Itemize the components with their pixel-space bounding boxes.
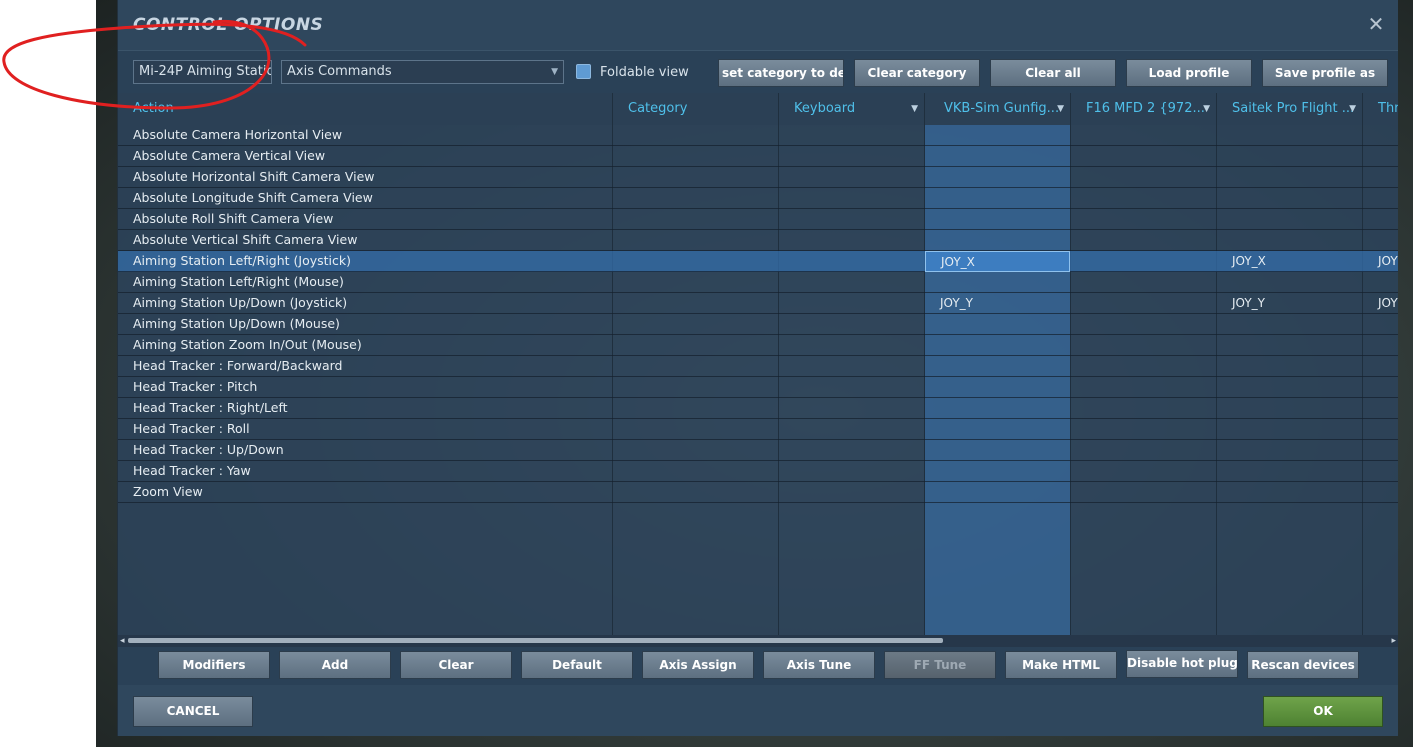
row-action-label: Aiming Station Left/Right (Mouse) <box>133 274 344 289</box>
saitek-binding-cell[interactable]: JOY_X <box>1232 251 1266 271</box>
column-header-category-label: Category <box>628 101 688 116</box>
scroll-right-icon[interactable]: ▸ <box>1391 635 1396 647</box>
title-bar: CONTROL OPTIONS ✕ <box>118 0 1398 50</box>
category-select[interactable]: Axis Commands ▼ <box>281 60 564 84</box>
row-action-label: Head Tracker : Up/Down <box>133 442 284 457</box>
column-header-keyboard-label: Keyboard <box>794 101 856 116</box>
row-action-label: Head Tracker : Pitch <box>133 379 258 394</box>
column-header-vkb-label: VKB-Sim Gunfig... <box>944 101 1060 116</box>
reset-category-button[interactable]: set category to defa <box>718 59 844 87</box>
chevron-down-icon: ▼ <box>551 67 558 77</box>
grid-header: Action Category Keyboard ▼ VKB-Sim Gunfig… <box>118 93 1398 125</box>
default-button[interactable]: Default <box>521 651 633 679</box>
modifiers-button[interactable]: Modifiers <box>158 651 270 679</box>
row-action-label: Aiming Station Up/Down (Mouse) <box>133 316 340 331</box>
throttle-binding-cell[interactable]: JOY <box>1378 293 1398 313</box>
scroll-left-icon[interactable]: ◂ <box>120 635 125 647</box>
aircraft-select-value: Mi-24P Aiming Statio <box>139 64 272 79</box>
row-action-label: Head Tracker : Yaw <box>133 463 251 478</box>
foldable-view-checkbox[interactable] <box>576 64 591 79</box>
axis-tune-button[interactable]: Axis Tune <box>763 651 875 679</box>
table-row[interactable]: Head Tracker : Up/Down <box>118 440 1398 461</box>
control-options-dialog: CONTROL OPTIONS ✕ Mi-24P Aiming Statio A… <box>117 0 1398 736</box>
axis-assign-button[interactable]: Axis Assign <box>642 651 754 679</box>
aircraft-select[interactable]: Mi-24P Aiming Statio <box>133 60 272 84</box>
toolbar: Mi-24P Aiming Statio Axis Commands ▼ Fol… <box>118 50 1398 93</box>
dialog-footer: CANCEL OK <box>118 685 1398 736</box>
vkb-binding-cell[interactable]: JOY_Y <box>925 293 1055 313</box>
table-row[interactable]: Zoom View <box>118 482 1398 503</box>
table-row[interactable]: Head Tracker : Forward/Backward <box>118 356 1398 377</box>
column-header-category[interactable]: Category <box>613 93 779 125</box>
table-row[interactable]: Absolute Roll Shift Camera View <box>118 209 1398 230</box>
table-row[interactable]: Aiming Station Up/Down (Joystick) JOY_Y JO… <box>118 293 1398 314</box>
row-action-label: Aiming Station Up/Down (Joystick) <box>133 295 348 310</box>
row-action-label: Absolute Horizontal Shift Camera View <box>133 169 375 184</box>
clear-button[interactable]: Clear <box>400 651 512 679</box>
table-row[interactable]: Aiming Station Left/Right (Mouse) <box>118 272 1398 293</box>
row-action-label: Absolute Longitude Shift Camera View <box>133 190 373 205</box>
column-header-saitek[interactable]: Saitek Pro Flight ... ▼ <box>1217 93 1363 125</box>
table-row[interactable]: Aiming Station Up/Down (Mouse) <box>118 314 1398 335</box>
add-button[interactable]: Add <box>279 651 391 679</box>
save-profile-button[interactable]: Save profile as <box>1262 59 1388 87</box>
row-action-label: Head Tracker : Forward/Backward <box>133 358 343 373</box>
column-header-vkb[interactable]: VKB-Sim Gunfig... ▼ <box>925 93 1071 125</box>
table-row[interactable]: Absolute Horizontal Shift Camera View <box>118 167 1398 188</box>
column-header-keyboard[interactable]: Keyboard ▼ <box>779 93 925 125</box>
vkb-binding-cell[interactable]: JOY_X <box>925 251 1070 272</box>
table-row[interactable]: Aiming Station Left/Right (Joystick) JOY_… <box>118 251 1398 272</box>
table-row[interactable]: Absolute Camera Vertical View <box>118 146 1398 167</box>
table-row[interactable]: Head Tracker : Yaw <box>118 461 1398 482</box>
row-action-label: Head Tracker : Right/Left <box>133 400 288 415</box>
row-action-label: Aiming Station Zoom In/Out (Mouse) <box>133 337 362 352</box>
column-header-throttle[interactable]: Thr <box>1363 93 1398 125</box>
row-action-label: Absolute Roll Shift Camera View <box>133 211 334 226</box>
bindings-grid: Absolute Camera Horizontal View Absolute … <box>118 125 1398 635</box>
chevron-down-icon: ▼ <box>1057 104 1064 114</box>
load-profile-button[interactable]: Load profile <box>1126 59 1252 87</box>
dialog-title: CONTROL OPTIONS <box>133 15 324 35</box>
row-action-label: Aiming Station Left/Right (Joystick) <box>133 253 352 268</box>
throttle-binding-cell[interactable]: JOY <box>1378 251 1398 271</box>
table-row[interactable]: Head Tracker : Roll <box>118 419 1398 440</box>
ok-button[interactable]: OK <box>1263 696 1383 727</box>
rescan-devices-button[interactable]: Rescan devices <box>1247 651 1359 679</box>
table-row[interactable]: Absolute Vertical Shift Camera View <box>118 230 1398 251</box>
column-header-action-label: Action <box>133 101 174 116</box>
table-row[interactable]: Aiming Station Zoom In/Out (Mouse) <box>118 335 1398 356</box>
horizontal-scrollbar[interactable]: ◂ ▸ <box>118 635 1398 647</box>
row-action-label: Absolute Camera Vertical View <box>133 148 326 163</box>
row-action-label: Zoom View <box>133 484 203 499</box>
close-icon[interactable]: ✕ <box>1366 14 1386 34</box>
cancel-button[interactable]: CANCEL <box>133 696 253 727</box>
table-row[interactable]: Absolute Camera Horizontal View <box>118 125 1398 146</box>
row-action-label: Head Tracker : Roll <box>133 421 250 436</box>
disable-hot-plug-button[interactable]: Disable hot plug <box>1126 650 1238 678</box>
clear-all-button[interactable]: Clear all <box>990 59 1116 87</box>
ff-tune-button: FF Tune <box>884 651 996 679</box>
table-row[interactable]: Head Tracker : Right/Left <box>118 398 1398 419</box>
table-row[interactable]: Head Tracker : Pitch <box>118 377 1398 398</box>
row-action-label: Absolute Camera Horizontal View <box>133 127 343 142</box>
saitek-binding-cell[interactable]: JOY_Y <box>1232 293 1265 313</box>
scrollbar-thumb[interactable] <box>128 638 943 643</box>
column-header-saitek-label: Saitek Pro Flight ... <box>1232 101 1355 116</box>
chevron-down-icon: ▼ <box>911 104 918 114</box>
category-select-value: Axis Commands <box>287 64 392 79</box>
bottom-button-bar: Modifiers Add Clear Default Axis Assign … <box>118 647 1398 685</box>
chevron-down-icon: ▼ <box>1203 104 1210 114</box>
column-header-action[interactable]: Action <box>118 93 613 125</box>
column-header-f16-mfd[interactable]: F16 MFD 2 {972... ▼ <box>1071 93 1217 125</box>
make-html-button[interactable]: Make HTML <box>1005 651 1117 679</box>
chevron-down-icon: ▼ <box>1349 104 1356 114</box>
column-header-f16-mfd-label: F16 MFD 2 {972... <box>1086 101 1205 116</box>
row-action-label: Absolute Vertical Shift Camera View <box>133 232 358 247</box>
clear-category-button[interactable]: Clear category <box>854 59 980 87</box>
column-header-throttle-label: Thr <box>1378 101 1398 116</box>
table-row[interactable]: Absolute Longitude Shift Camera View <box>118 188 1398 209</box>
foldable-view-label: Foldable view <box>600 65 689 80</box>
